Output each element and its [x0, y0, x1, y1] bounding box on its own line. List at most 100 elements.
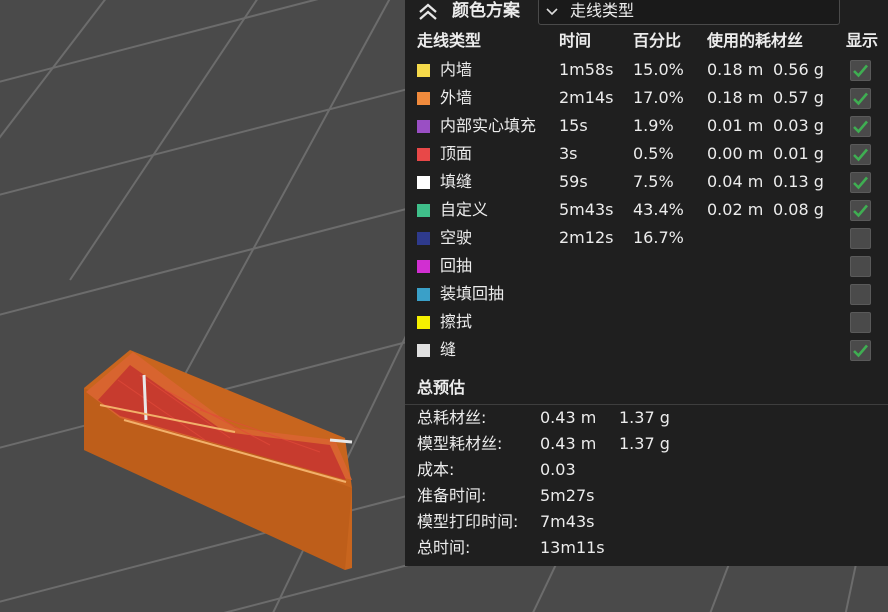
feature-name: 自定义 [440, 200, 489, 219]
summary-divider [405, 404, 888, 405]
summary-label: 总耗材丝: [417, 408, 487, 427]
col-header-percent: 百分比 [633, 31, 682, 50]
legend-row: 填缝 59s 7.5% 0.04 m 0.13 g [405, 169, 888, 197]
visibility-checkbox[interactable] [850, 256, 871, 277]
feature-weight: 0.08 g [773, 200, 824, 219]
summary-value: 0.43 m [540, 408, 597, 427]
color-scheme-label: 颜色方案 [452, 1, 520, 21]
col-header-filament: 使用的耗材丝 [707, 31, 804, 50]
feature-time: 5m43s [559, 200, 614, 219]
visibility-checkbox[interactable] [850, 144, 871, 165]
feature-time: 2m12s [559, 228, 614, 247]
feature-weight: 0.13 g [773, 172, 824, 191]
summary-label: 成本: [417, 460, 455, 479]
view-type-dropdown[interactable]: 走线类型 [538, 0, 840, 25]
summary-value: 0.03 [540, 460, 576, 479]
summary-value: 7m43s [540, 512, 595, 531]
feature-name: 内墙 [440, 60, 473, 79]
legend-row: 自定义 5m43s 43.4% 0.02 m 0.08 g [405, 197, 888, 225]
feature-time: 59s [559, 172, 588, 191]
legend-row: 外墙 2m14s 17.0% 0.18 m 0.57 g [405, 85, 888, 113]
feature-length: 0.18 m [707, 88, 764, 107]
color-swatch [417, 316, 430, 329]
legend-row: 缝 [405, 337, 888, 365]
feature-length: 0.01 m [707, 116, 764, 135]
legend-panel: 颜色方案 走线类型 走线类型 时间 百分比 使用的耗材丝 显示 内墙 1m58s 1… [405, 0, 888, 566]
feature-name: 装填回抽 [440, 284, 505, 303]
visibility-checkbox[interactable] [850, 172, 871, 193]
chevron-down-icon [546, 8, 558, 16]
summary-value: 5m27s [540, 486, 595, 505]
summary-value: 0.43 m [540, 434, 597, 453]
double-chevron-up-icon[interactable] [415, 2, 441, 22]
feature-length: 0.02 m [707, 200, 764, 219]
feature-time: 1m58s [559, 60, 614, 79]
visibility-checkbox[interactable] [850, 200, 871, 221]
summary-row: 总耗材丝: 0.43 m 1.37 g [405, 407, 888, 433]
feature-weight: 0.01 g [773, 144, 824, 163]
feature-name: 回抽 [440, 256, 473, 275]
checkmark-icon [853, 92, 868, 106]
legend-row: 装填回抽 [405, 281, 888, 309]
feature-percent: 1.9% [633, 116, 674, 135]
feature-weight: 0.03 g [773, 116, 824, 135]
feature-percent: 7.5% [633, 172, 674, 191]
feature-percent: 16.7% [633, 228, 684, 247]
checkmark-icon [853, 120, 868, 134]
checkmark-icon [853, 148, 868, 162]
color-swatch [417, 148, 430, 161]
summary-label: 总时间: [417, 538, 471, 557]
summary-title: 总预估 [417, 378, 466, 397]
checkmark-icon [853, 64, 868, 78]
feature-percent: 0.5% [633, 144, 674, 163]
feature-name: 顶面 [440, 144, 473, 163]
feature-name: 空驶 [440, 228, 473, 247]
view-type-value: 走线类型 [570, 1, 635, 20]
summary-weight: 1.37 g [619, 434, 670, 453]
feature-time: 15s [559, 116, 588, 135]
feature-length: 0.04 m [707, 172, 764, 191]
color-swatch [417, 232, 430, 245]
checkmark-icon [853, 204, 868, 218]
summary-row: 总时间: 13m11s [405, 537, 888, 563]
col-header-show: 显示 [846, 31, 879, 50]
visibility-checkbox[interactable] [850, 228, 871, 249]
legend-row: 空驶 2m12s 16.7% [405, 225, 888, 253]
legend-row: 内墙 1m58s 15.0% 0.18 m 0.56 g [405, 57, 888, 85]
summary-row: 准备时间: 5m27s [405, 485, 888, 511]
visibility-checkbox[interactable] [850, 284, 871, 305]
feature-weight: 0.56 g [773, 60, 824, 79]
summary-row: 成本: 0.03 [405, 459, 888, 485]
color-swatch [417, 92, 430, 105]
col-header-type: 走线类型 [417, 31, 482, 50]
feature-length: 0.18 m [707, 60, 764, 79]
visibility-checkbox[interactable] [850, 88, 871, 109]
visibility-checkbox[interactable] [850, 116, 871, 137]
summary-row: 模型打印时间: 7m43s [405, 511, 888, 537]
color-swatch [417, 64, 430, 77]
color-swatch [417, 260, 430, 273]
feature-name: 缝 [440, 340, 457, 359]
color-scheme-header: 颜色方案 走线类型 [405, 0, 888, 26]
summary-label: 准备时间: [417, 486, 487, 505]
feature-length: 0.00 m [707, 144, 764, 163]
color-swatch [417, 120, 430, 133]
legend-row: 擦拭 [405, 309, 888, 337]
legend-row: 顶面 3s 0.5% 0.00 m 0.01 g [405, 141, 888, 169]
color-swatch [417, 288, 430, 301]
visibility-checkbox[interactable] [850, 340, 871, 361]
feature-name: 内部实心填充 [440, 116, 537, 135]
summary-label: 模型耗材丝: [417, 434, 503, 453]
feature-percent: 15.0% [633, 60, 684, 79]
feature-name: 擦拭 [440, 312, 473, 331]
visibility-checkbox[interactable] [850, 60, 871, 81]
feature-percent: 43.4% [633, 200, 684, 219]
feature-name: 填缝 [440, 172, 473, 191]
summary-weight: 1.37 g [619, 408, 670, 427]
color-swatch [417, 344, 430, 357]
legend-row: 回抽 [405, 253, 888, 281]
checkmark-icon [853, 344, 868, 358]
legend-row: 内部实心填充 15s 1.9% 0.01 m 0.03 g [405, 113, 888, 141]
col-header-time: 时间 [559, 31, 592, 50]
visibility-checkbox[interactable] [850, 312, 871, 333]
